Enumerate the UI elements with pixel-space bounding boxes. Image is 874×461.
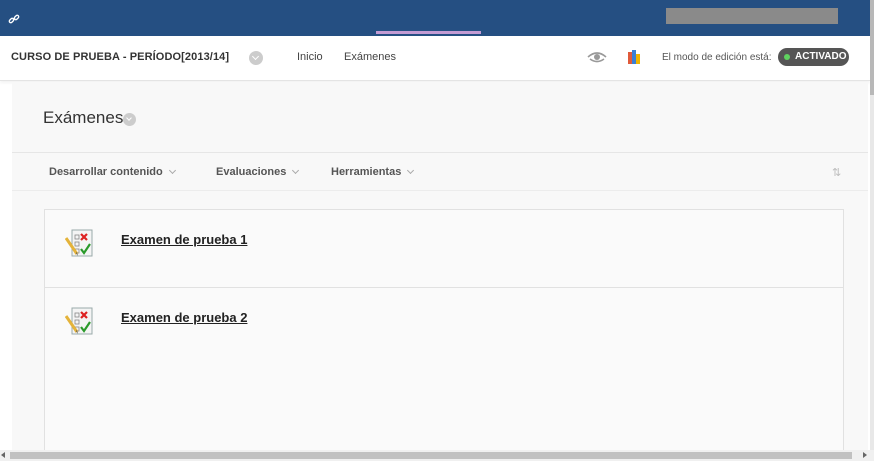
link-icon[interactable] — [8, 13, 20, 25]
test-link-1[interactable]: Examen de prueba 1 — [121, 232, 247, 247]
divider — [12, 152, 868, 153]
active-tab-accent — [376, 31, 481, 34]
page-title-chevron-down-icon[interactable] — [123, 113, 136, 126]
chevron-down-icon — [407, 166, 415, 175]
page-title: Exámenes — [43, 108, 124, 127]
course-header: CURSO DE PRUEBA - PERÍODO[2013/14] Inici… — [0, 36, 870, 81]
student-preview-eye-icon[interactable] — [586, 49, 608, 65]
list-item: Examen de prueba 2 — [45, 288, 843, 365]
toggle-on-indicator-icon — [784, 54, 790, 60]
breadcrumb-inicio[interactable]: Inicio — [297, 51, 323, 63]
menu-evaluaciones[interactable]: Evaluaciones — [216, 166, 300, 178]
horizontal-scroll-thumb[interactable] — [10, 452, 852, 459]
chevron-down-icon — [168, 166, 176, 175]
test-link-2[interactable]: Examen de prueba 2 — [121, 310, 247, 325]
test-icon — [65, 307, 93, 335]
edit-mode-toggle[interactable]: ACTIVADO — [778, 48, 849, 66]
course-title[interactable]: CURSO DE PRUEBA - PERÍODO[2013/14] — [11, 51, 229, 63]
color-palette-icon[interactable] — [628, 50, 640, 64]
menu-desarrollar-contenido[interactable]: Desarrollar contenido — [49, 166, 176, 178]
content-area: Exámenes Desarrollar contenido Evaluacio… — [12, 82, 868, 454]
divider — [12, 190, 868, 191]
edit-mode-state: ACTIVADO — [795, 51, 847, 62]
content-list: Examen de prueba 1 Examen de prueba 2 — [44, 209, 844, 454]
scroll-left-arrow-icon[interactable] — [1, 452, 5, 458]
scroll-right-arrow-icon[interactable] — [863, 452, 867, 458]
reorder-icon[interactable]: ⇅ — [832, 166, 841, 179]
menu-herramientas[interactable]: Herramientas — [331, 166, 415, 178]
list-item: Examen de prueba 1 — [45, 210, 843, 288]
vertical-scroll-thumb[interactable] — [870, 0, 874, 95]
chevron-down-icon — [292, 166, 300, 175]
test-icon — [65, 229, 93, 257]
vertical-scrollbar[interactable] — [870, 0, 874, 450]
breadcrumb-examenes[interactable]: Exámenes — [344, 51, 396, 63]
user-menu-placeholder[interactable] — [666, 8, 838, 24]
horizontal-scrollbar[interactable] — [0, 450, 874, 461]
edit-mode-label: El modo de edición está: — [662, 52, 772, 63]
course-chevron-down-icon[interactable] — [249, 51, 263, 65]
top-bar — [0, 0, 870, 36]
